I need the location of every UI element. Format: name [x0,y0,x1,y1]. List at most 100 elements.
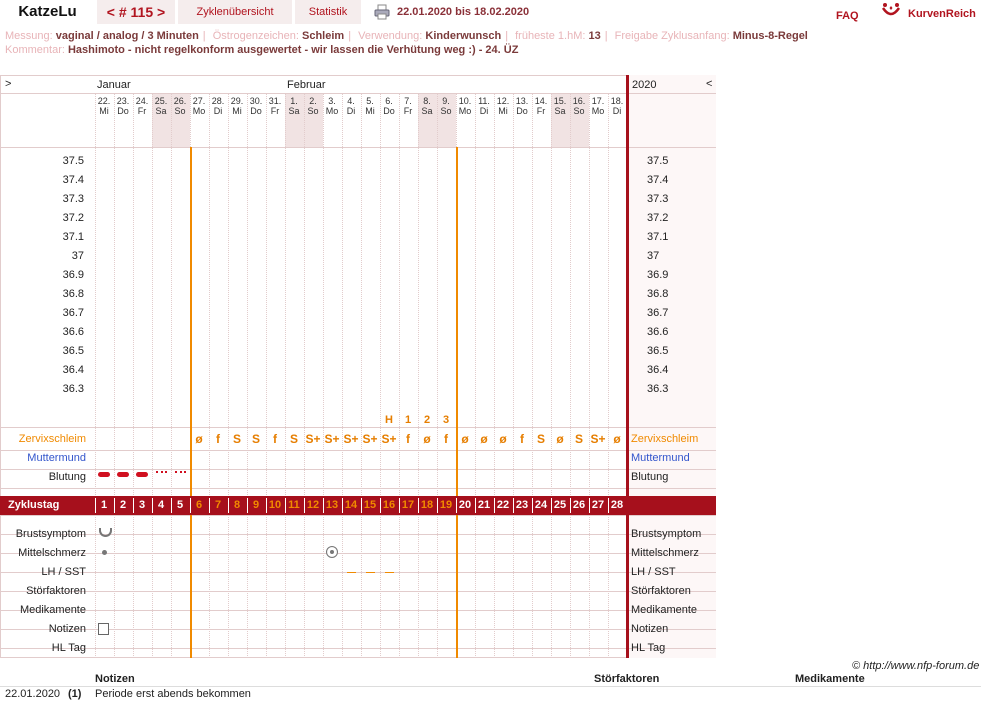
day-header: 11. Di [475,96,493,116]
day-number: 29. [230,96,244,106]
cervix-symbol: f [216,432,220,446]
temp-tick-right: 36.4 [647,364,669,376]
day-header: 17. Mo [589,96,607,116]
cervix-symbol: S+ [343,432,359,446]
temp-tick-right: 36.5 [647,345,669,357]
grid-vline [95,93,96,495]
cervix-symbol: S [251,432,260,446]
day-number: 4. [347,96,355,106]
grid-vline [342,515,343,658]
cycle-day-sep [114,498,115,513]
hltag-row-label-right: HL Tag [631,642,666,654]
weekday: So [307,106,319,116]
day-number: 28. [211,96,225,106]
fhm-label: früheste 1.hM: [515,30,586,42]
brustsymptom-row-label: Brustsymptom [15,528,86,540]
day-number: 27. [192,96,206,106]
cycle-navigation[interactable]: < # 115 > [97,0,175,24]
kurvenreich-logo-icon[interactable] [881,2,901,20]
top-bar: KatzeLu < # 115 > Zyklenübersicht Statis… [0,0,981,26]
day-header: 16. So [570,96,588,116]
cycle-day-number: 9 [252,499,260,511]
cycle-day-sep [152,498,153,513]
cervix-symbol: S [574,432,583,446]
cycle-day-number: 26 [572,499,586,511]
grid-hline [0,93,716,94]
grid-hline [0,572,716,573]
printer-icon[interactable] [374,4,390,20]
weekday: Di [213,106,223,116]
grid-vline [304,515,305,658]
faq-link[interactable]: FAQ [836,4,859,28]
weekday: Mi [498,106,508,116]
note-date: 22.01.2020 [5,688,61,700]
temp-tick-left: 37.5 [62,155,84,167]
grid-vline [171,93,172,495]
cycle-chart: > < Januar Februar 2020 22. Mi 23. Do 24. Fr 25. Sa 2… [0,75,716,658]
weekday: So [573,106,585,116]
day-number: 11. [478,96,490,106]
copyright[interactable]: © http://www.nfp-forum.de [852,660,979,672]
grid-vline [323,515,324,658]
day-number: 17. [591,96,605,106]
cycle-day-number: 3 [138,499,146,511]
temp-tick-right: 36.9 [647,269,669,281]
weekday: So [174,106,186,116]
day-header: 28. Di [209,96,227,116]
cycle-day-number: 13 [325,499,339,511]
cycle-day-number: 17 [401,499,415,511]
temp-tick-left: 36.3 [62,383,84,395]
statistics-button[interactable]: Statistik [295,0,361,24]
grid-vline [361,515,362,658]
temp-tick-left: 37 [71,250,84,262]
weekday: Fr [137,106,147,116]
temp-tick-right: 36.7 [647,307,669,319]
day-number: 18. [610,96,624,106]
lh-dash-icon [347,572,356,573]
day-number: 7. [404,96,412,106]
temp-tick-left: 37.4 [62,174,84,186]
weekday: Fr [536,106,546,116]
cycle-day-number: 14 [344,499,358,511]
day-header: 4. Di [342,96,360,116]
info-row-1: Messung: vaginal / analog / 3 Minuten | Ö… [5,30,808,42]
day-number: 30. [249,96,263,106]
day-header: 1. Sa [285,96,303,116]
app-title: KatzeLu [0,0,95,24]
temp-tick-left: 36.6 [62,326,84,338]
brustsymptom-row-label-right: Brustsymptom [631,528,702,540]
grid-hline [0,427,716,428]
temp-tick-left: 36.9 [62,269,84,281]
cycle-day-number: 12 [306,499,320,511]
nav-prev-button[interactable]: > [5,78,11,90]
stoerfaktoren-header: Störfaktoren [594,673,660,685]
note-number: (1) [68,688,82,700]
bleeding-light-icon [175,471,186,476]
cycle-overview-button[interactable]: Zyklenübersicht [178,0,292,24]
day-number: 6. [385,96,393,106]
cycle-day-sep [323,498,324,513]
cycle-day-number: 8 [233,499,241,511]
grid-vline [551,515,552,658]
cycle-day-sep [608,498,609,513]
weekday: Mo [591,106,605,116]
cervix-symbol: ø [195,432,203,446]
day-number: 23. [116,96,130,106]
grid-vline [247,515,248,658]
cycle-day-number: 5 [176,499,184,511]
day-number: 16. [572,96,586,106]
chart-right-divider [626,75,629,658]
grid-vline [152,93,153,495]
cycle-day-sep [95,498,96,513]
grid-vline [418,515,419,658]
nav-next-button[interactable]: < [706,78,712,90]
logo-text[interactable]: KurvenReich [908,2,976,26]
muttermund-row-label-right: Muttermund [631,452,690,464]
cycle-day-number: 18 [420,499,434,511]
peak-label: 3 [442,414,450,426]
cycle-day-bar-right [629,496,716,515]
mittelschmerz-icon [326,546,338,558]
grid-hline [0,488,716,489]
cycle-day-number: 4 [157,499,165,511]
cycle-day-number: 15 [363,499,377,511]
